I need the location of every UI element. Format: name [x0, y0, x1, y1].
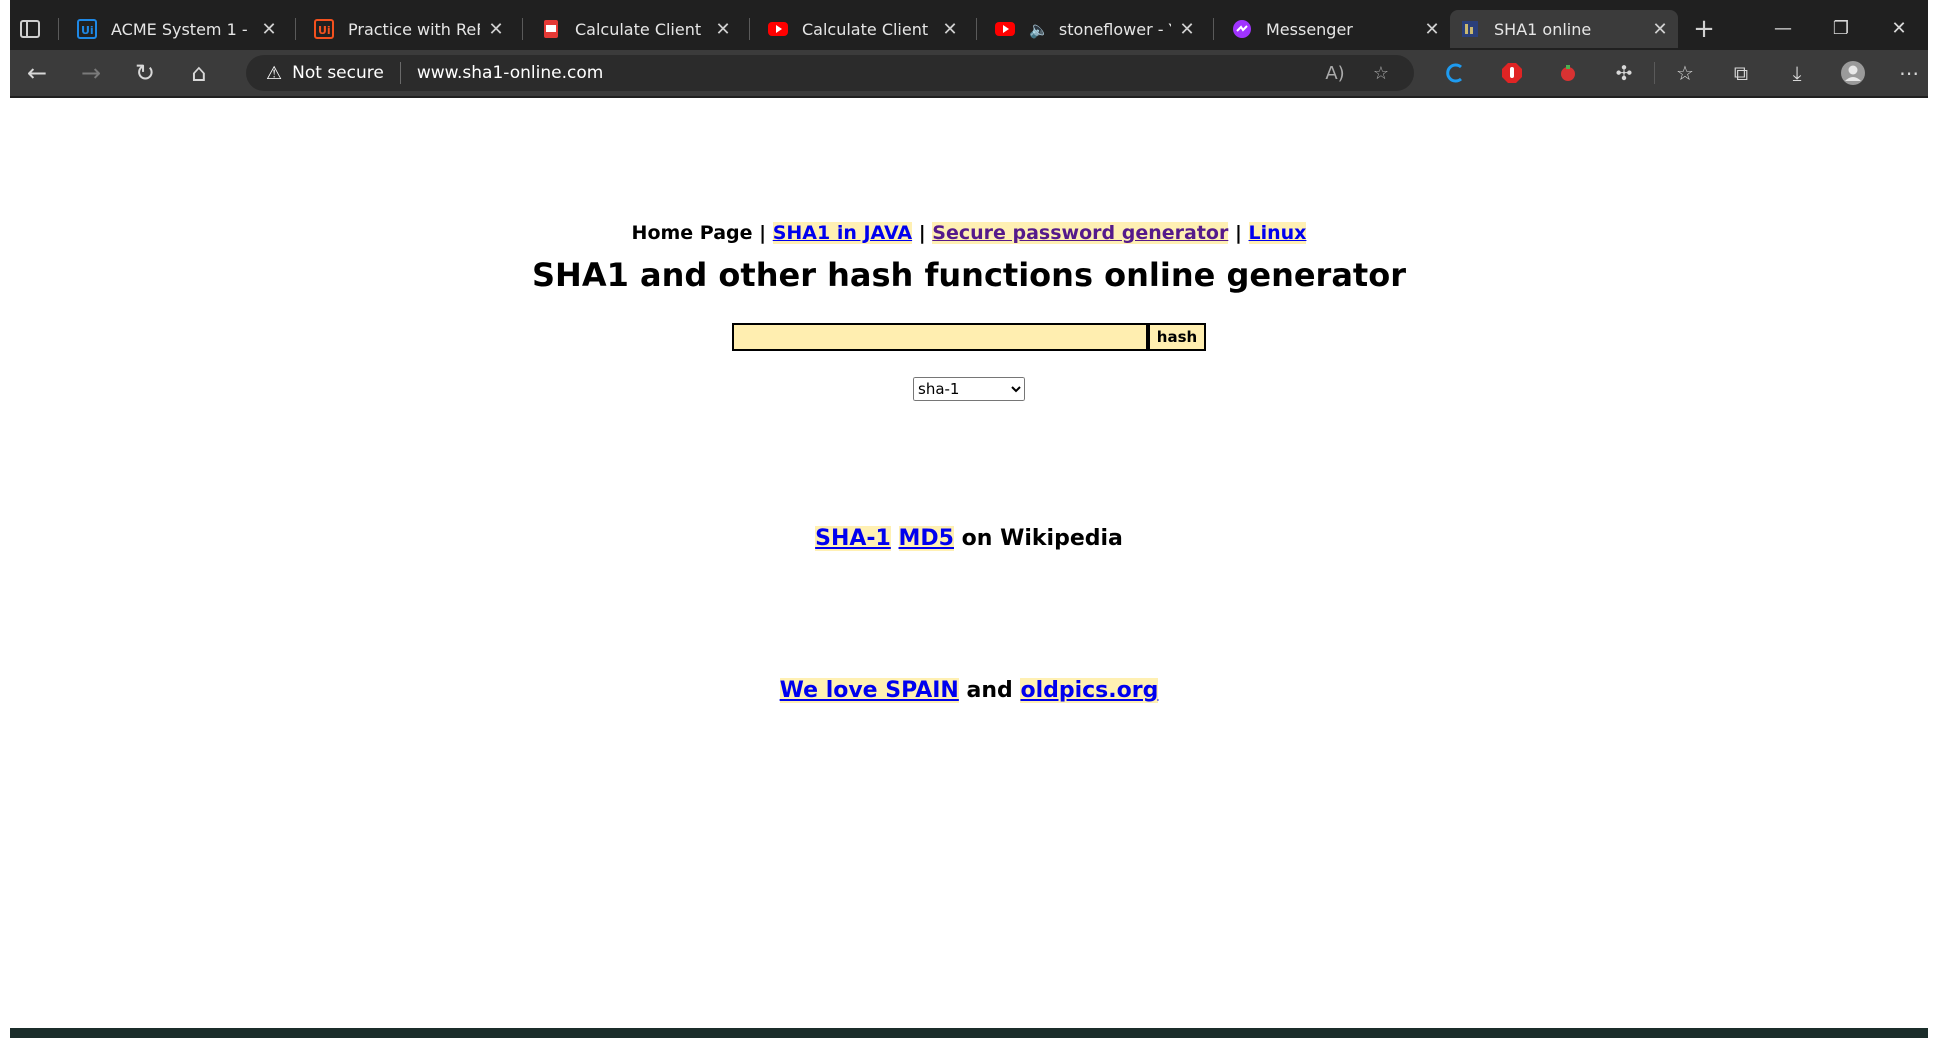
- top-nav: Home Page | SHA1 in JAVA | Secure passwo…: [631, 222, 1307, 244]
- close-tab-icon[interactable]: ✕: [261, 19, 277, 40]
- browser-toolbar: ← → ↻ ⌂ ⚠ Not secure www.sha1-online.com…: [10, 50, 1928, 96]
- new-tab-icon[interactable]: +: [1684, 14, 1724, 44]
- uipath-icon: Ui: [314, 19, 334, 39]
- downloads-icon[interactable]: ⤓: [1769, 50, 1825, 96]
- tab-practice-reframework[interactable]: Ui Practice with ReFrame ✕: [304, 10, 514, 48]
- tab-sha1-online[interactable]: SHA1 online ✕: [1450, 10, 1678, 48]
- tab-calculate-client-youtube[interactable]: Calculate Client Secur ✕: [758, 10, 968, 48]
- browser-chrome: Ui ACME System 1 - Wor ✕ Ui Practice wit…: [10, 0, 1928, 98]
- we-love-spain-link[interactable]: We love SPAIN: [779, 678, 959, 703]
- linux-link[interactable]: Linux: [1248, 222, 1307, 244]
- close-tab-icon[interactable]: ✕: [488, 19, 504, 40]
- home-page-label: Home Page: [631, 222, 753, 244]
- partner-links: We love SPAIN and oldpics.org: [779, 678, 1159, 703]
- algorithm-select[interactable]: sha-1: [913, 377, 1025, 401]
- read-aloud-icon[interactable]: A): [1312, 63, 1358, 84]
- pdf-icon: [541, 19, 561, 39]
- hash-form: hash: [732, 323, 1206, 351]
- tab-stoneflower[interactable]: 🔈 stoneflower - You ✕: [985, 10, 1205, 48]
- tab-calculate-client-pdf[interactable]: Calculate Client Secur ✕: [531, 10, 741, 48]
- web-page: Home Page | SHA1 in JAVA | Secure passwo…: [10, 98, 1928, 1028]
- refresh-icon[interactable]: ↻: [118, 50, 172, 96]
- svg-text:Ui: Ui: [318, 24, 331, 37]
- add-favorite-icon[interactable]: ☆: [1358, 63, 1404, 84]
- edge-extension-icon[interactable]: [1428, 50, 1484, 96]
- close-window-icon[interactable]: ✕: [1870, 10, 1928, 48]
- sha1-wikipedia-link[interactable]: SHA-1: [815, 526, 891, 551]
- close-tab-icon[interactable]: ✕: [1179, 19, 1195, 40]
- address-bar[interactable]: ⚠ Not secure www.sha1-online.com A) ☆: [246, 55, 1414, 91]
- youtube-icon: [768, 19, 788, 39]
- svg-text:Ui: Ui: [81, 24, 94, 37]
- close-tab-icon[interactable]: ✕: [1652, 19, 1668, 40]
- hash-button[interactable]: hash: [1148, 323, 1206, 351]
- extensions-area: ✣ ☆ ⧉ ⤓ ⋯: [1428, 50, 1937, 96]
- adblock-icon[interactable]: [1484, 50, 1540, 96]
- close-tab-icon[interactable]: ✕: [942, 19, 958, 40]
- extensions-puzzle-icon[interactable]: ✣: [1596, 50, 1652, 96]
- profile-avatar-icon[interactable]: [1825, 50, 1881, 96]
- security-status[interactable]: Not secure: [292, 63, 384, 83]
- back-icon[interactable]: ←: [10, 50, 64, 96]
- hash-input[interactable]: [732, 323, 1148, 351]
- forward-icon[interactable]: →: [64, 50, 118, 96]
- minimize-icon[interactable]: —: [1754, 10, 1812, 48]
- sha1-in-java-link[interactable]: SHA1 in JAVA: [772, 222, 913, 244]
- tomato-extension-icon[interactable]: [1540, 50, 1596, 96]
- page-title: SHA1 and other hash functions online gen…: [532, 256, 1406, 294]
- tab-actions-icon[interactable]: [10, 10, 50, 48]
- window-controls: — ❐ ✕: [1754, 10, 1928, 48]
- taskbar: [10, 1028, 1928, 1038]
- youtube-icon: [995, 19, 1015, 39]
- more-menu-icon[interactable]: ⋯: [1881, 50, 1937, 96]
- tab-strip: Ui ACME System 1 - Wor ✕ Ui Practice wit…: [10, 10, 1928, 48]
- warning-icon[interactable]: ⚠: [266, 63, 282, 84]
- close-tab-icon[interactable]: ✕: [715, 19, 731, 40]
- collections-icon[interactable]: ⧉: [1713, 50, 1769, 96]
- secure-password-generator-link[interactable]: Secure password generator: [932, 222, 1229, 244]
- tab-messenger[interactable]: Messenger ✕: [1222, 10, 1450, 48]
- restore-icon[interactable]: ❐: [1812, 10, 1870, 48]
- home-icon[interactable]: ⌂: [172, 50, 226, 96]
- wikipedia-line: SHA-1 MD5 on Wikipedia: [815, 526, 1123, 551]
- oldpics-link[interactable]: oldpics.org: [1020, 678, 1159, 703]
- close-tab-icon[interactable]: ✕: [1424, 19, 1440, 40]
- md5-wikipedia-link[interactable]: MD5: [898, 526, 954, 551]
- speaker-icon[interactable]: 🔈: [1029, 20, 1049, 39]
- favorites-icon[interactable]: ☆: [1657, 50, 1713, 96]
- uipath-icon: Ui: [77, 19, 97, 39]
- url-text[interactable]: www.sha1-online.com: [417, 63, 603, 83]
- messenger-icon: [1232, 19, 1252, 39]
- tab-acme[interactable]: Ui ACME System 1 - Wor ✕: [67, 10, 287, 48]
- site-icon: [1460, 19, 1480, 39]
